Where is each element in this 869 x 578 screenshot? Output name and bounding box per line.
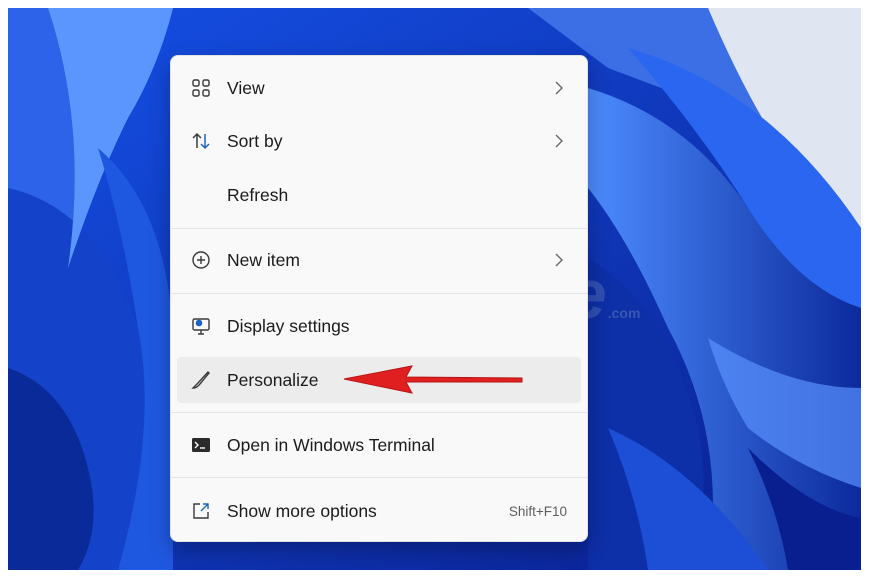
chevron-right-icon xyxy=(555,81,563,95)
show-more-icon xyxy=(190,500,212,522)
menu-separator xyxy=(171,293,587,294)
menu-separator xyxy=(171,228,587,229)
menu-item-refresh[interactable]: Refresh xyxy=(177,172,581,218)
menu-item-label: Open in Windows Terminal xyxy=(227,435,435,455)
terminal-icon xyxy=(190,434,212,456)
menu-item-open-terminal[interactable]: Open in Windows Terminal xyxy=(177,422,581,468)
desktop-context-menu: View Sort by Refresh New item Display se… xyxy=(170,55,588,542)
menu-item-show-more-options[interactable]: Show more options Shift+F10 xyxy=(177,488,581,534)
menu-item-label: Display settings xyxy=(227,316,350,336)
sort-arrows-icon xyxy=(190,130,212,152)
brush-icon xyxy=(190,369,212,391)
chevron-right-icon xyxy=(555,134,563,148)
menu-item-label: View xyxy=(227,78,265,98)
menu-separator xyxy=(171,477,587,478)
red-arrow-annotation xyxy=(343,365,523,394)
menu-item-label: Refresh xyxy=(227,185,289,205)
menu-separator xyxy=(171,412,587,413)
menu-item-label: Show more options xyxy=(227,501,377,521)
menu-item-display-settings[interactable]: Display settings xyxy=(177,303,581,349)
plus-circle-icon xyxy=(190,249,212,271)
chevron-right-icon xyxy=(555,253,563,267)
view-grid-icon xyxy=(190,77,212,99)
menu-item-label: Sort by xyxy=(227,131,283,151)
menu-item-view[interactable]: View xyxy=(177,65,581,111)
display-settings-icon xyxy=(190,315,212,337)
menu-item-label: New item xyxy=(227,250,300,270)
menu-item-label: Personalize xyxy=(227,370,319,390)
keyboard-shortcut: Shift+F10 xyxy=(508,504,567,519)
menu-item-sort-by[interactable]: Sort by xyxy=(177,118,581,164)
menu-item-new-item[interactable]: New item xyxy=(177,237,581,283)
